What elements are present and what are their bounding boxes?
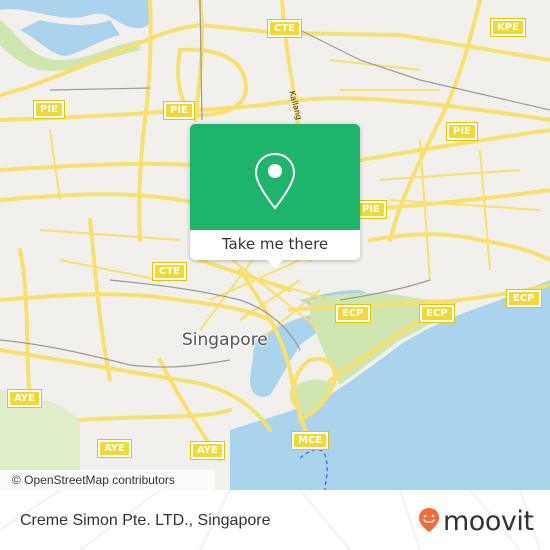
popup-pointer <box>267 260 283 268</box>
highway-shield-mce: MCE <box>290 431 330 450</box>
city-label-singapore: Singapore <box>182 330 268 350</box>
highway-shield-ecp: ECP <box>335 304 371 323</box>
location-popup[interactable]: Take me there <box>190 124 360 268</box>
highway-shield-aye: AYE <box>190 441 225 460</box>
highway-shield-cte: CTE <box>267 19 302 38</box>
map-view[interactable]: CTE KPE PIE PIE PIE PIE CTE ECP ECP ECP … <box>0 0 550 490</box>
highway-shield-ecp: ECP <box>506 289 542 308</box>
place-name: Creme Simon Pte. LTD., Singapore <box>20 512 271 529</box>
highway-shield-aye: AYE <box>7 389 42 408</box>
highway-shield-pie: PIE <box>163 101 195 120</box>
highway-shield-cte: CTE <box>152 262 187 281</box>
highway-shield-pie: PIE <box>33 100 65 119</box>
highway-shield-pie: PIE <box>446 122 478 141</box>
highway-shield-ecp: ECP <box>419 304 455 323</box>
moovit-smile-pin-icon <box>418 507 440 537</box>
map-attribution[interactable]: © OpenStreetMap contributors <box>0 470 215 490</box>
highway-shield-kpe: KPE <box>490 18 526 37</box>
reservoir-water <box>0 0 153 29</box>
highway-shield-pie: PIE <box>355 200 387 219</box>
footer: Creme Simon Pte. LTD., Singapore moovit <box>0 490 550 550</box>
popup-header[interactable] <box>190 124 360 230</box>
highway-shield-aye: AYE <box>97 439 132 458</box>
take-me-there-button[interactable]: Take me there <box>190 230 360 260</box>
moovit-wordmark: moovit <box>443 506 534 537</box>
moovit-logo[interactable]: moovit <box>418 506 534 537</box>
